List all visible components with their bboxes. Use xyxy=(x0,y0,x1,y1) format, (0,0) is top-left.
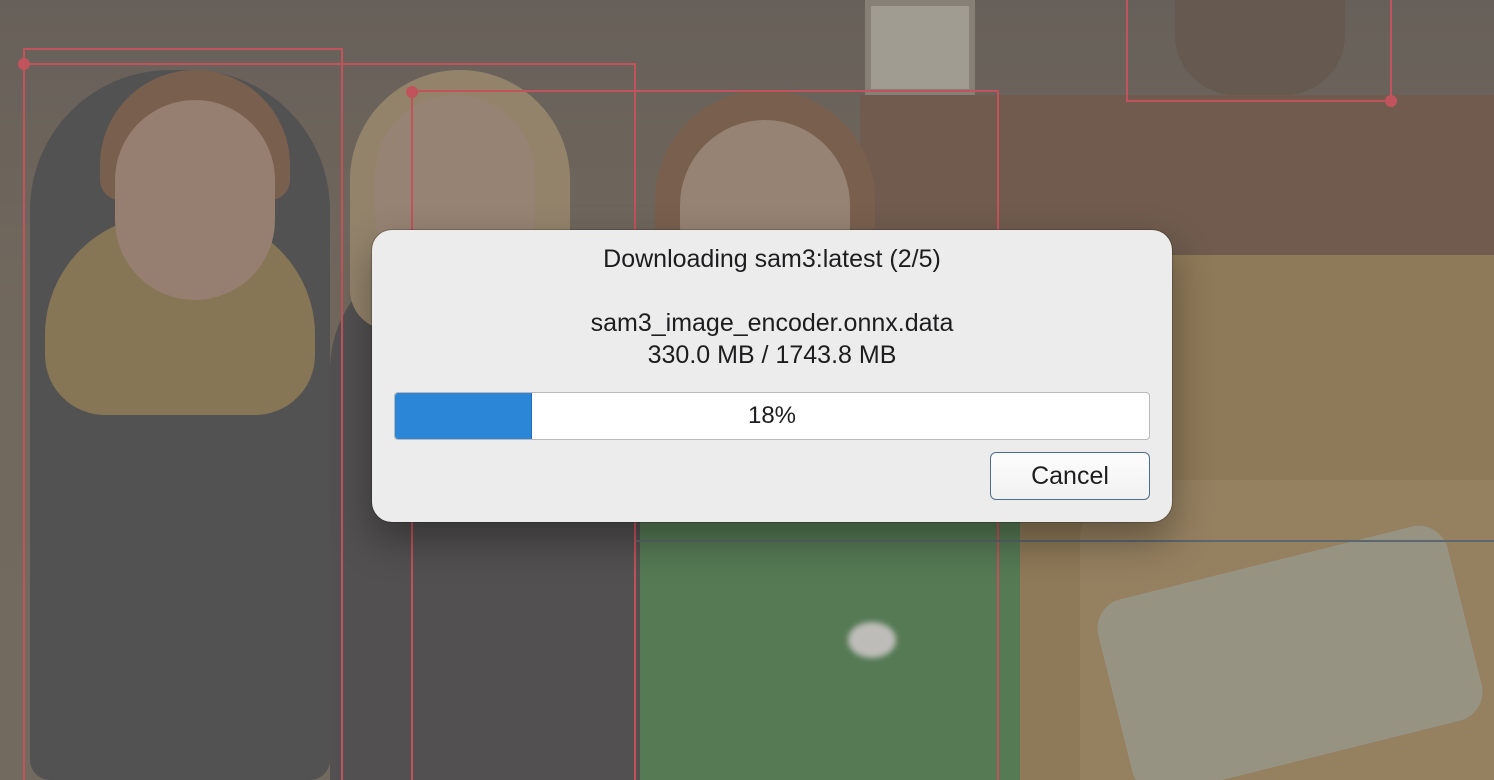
detection-box[interactable] xyxy=(1126,0,1392,102)
cancel-button[interactable]: Cancel xyxy=(990,452,1150,500)
app-canvas: Downloading sam3:latest (2/5) sam3_image… xyxy=(0,0,1494,780)
dialog-title: Downloading sam3:latest (2/5) xyxy=(603,245,941,273)
box-corner-handle[interactable] xyxy=(18,58,30,70)
box-corner-handle[interactable] xyxy=(406,86,418,98)
box-corner-handle[interactable] xyxy=(1385,95,1397,107)
file-name: sam3_image_encoder.onnx.data xyxy=(590,309,954,337)
download-progress-bar: 18% xyxy=(394,392,1150,440)
progress-percent-label: 18% xyxy=(747,402,797,429)
download-dialog: Downloading sam3:latest (2/5) sam3_image… xyxy=(372,230,1172,522)
guide-line xyxy=(636,540,1494,542)
file-size-progress: 330.0 MB / 1743.8 MB xyxy=(647,341,897,369)
